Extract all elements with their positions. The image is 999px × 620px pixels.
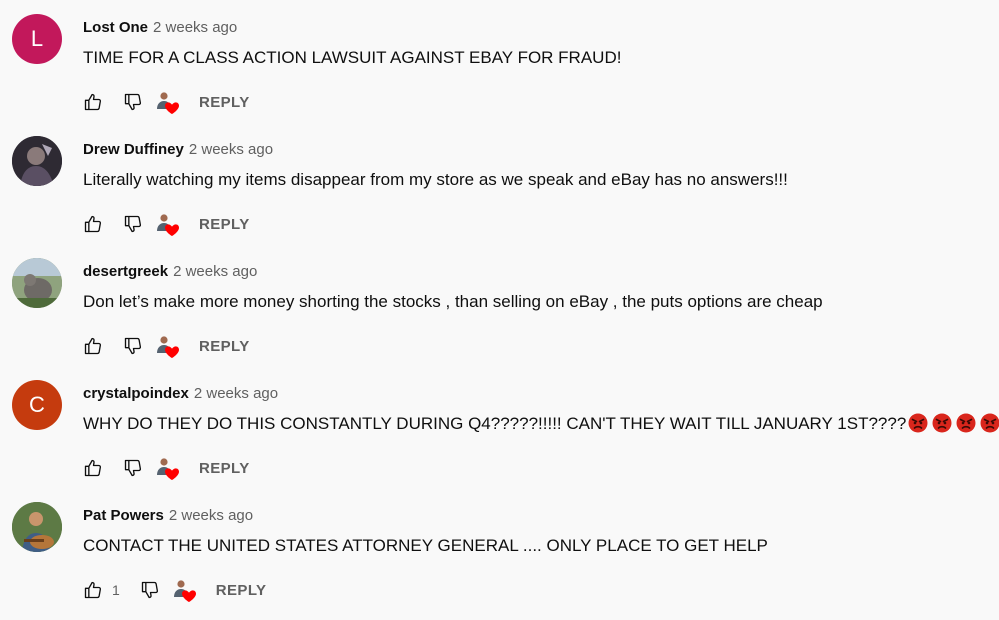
creator-heart-icon — [155, 89, 181, 115]
author-name[interactable]: crystalpoindex — [83, 385, 189, 402]
comment-time[interactable]: 2 weeks ago — [173, 263, 257, 280]
author-name[interactable]: Drew Duffiney — [83, 141, 184, 158]
comment: C crystalpoindex 2 weeks ago WHY DO THEY … — [0, 376, 999, 498]
author-name[interactable]: Pat Powers — [83, 507, 164, 524]
angry-face-icon — [980, 413, 999, 433]
avatar-letter: L — [30, 26, 44, 51]
comment-text: Literally watching my items disappear fr… — [83, 170, 788, 189]
angry-face-icon — [956, 413, 976, 433]
comment-header: crystalpoindex 2 weeks ago — [83, 384, 278, 404]
reply-button[interactable]: REPLY — [199, 460, 250, 477]
dislike-icon[interactable] — [140, 580, 160, 600]
author-name[interactable]: Lost One — [83, 19, 148, 36]
avatar[interactable]: L — [12, 14, 62, 64]
comment-text: WHY DO THEY DO THIS CONSTANTLY DURING Q4… — [83, 412, 999, 436]
angry-face-emojis — [908, 413, 999, 433]
creator-heart-icon — [155, 333, 181, 359]
avatar[interactable] — [12, 258, 62, 308]
comment-time[interactable]: 2 weeks ago — [169, 507, 253, 524]
avatar[interactable]: C — [12, 380, 62, 430]
dislike-icon[interactable] — [123, 92, 143, 112]
dislike-icon[interactable] — [123, 458, 143, 478]
comment-actions: 1 REPLY — [83, 576, 266, 604]
angry-face-icon — [908, 413, 928, 433]
reply-button[interactable]: REPLY — [199, 338, 250, 355]
comment-actions: REPLY — [83, 88, 250, 116]
comment-actions: REPLY — [83, 454, 250, 482]
creator-heart-icon — [155, 455, 181, 481]
comment-time[interactable]: 2 weeks ago — [189, 141, 273, 158]
creator-heart-icon — [155, 211, 181, 237]
comment: L Lost One 2 weeks ago TIME FOR A CLASS A… — [0, 10, 999, 132]
comment-actions: REPLY — [83, 210, 250, 238]
comment-header: Lost One 2 weeks ago — [83, 18, 237, 38]
comment-text-content: WHY DO THEY DO THIS CONSTANTLY DURING Q4… — [83, 414, 907, 433]
like-count: 1 — [112, 582, 120, 598]
reply-button[interactable]: REPLY — [199, 216, 250, 233]
angry-face-icon — [932, 413, 952, 433]
comment: desertgreek 2 weeks ago Don let’s make mo… — [0, 254, 999, 376]
comment-text: TIME FOR A CLASS ACTION LAWSUIT AGAINST … — [83, 48, 622, 67]
reply-button[interactable]: REPLY — [216, 582, 267, 599]
comment-actions: REPLY — [83, 332, 250, 360]
reply-button[interactable]: REPLY — [199, 94, 250, 111]
creator-heart-icon — [172, 577, 198, 603]
comment-header: Drew Duffiney 2 weeks ago — [83, 140, 273, 160]
comment-time[interactable]: 2 weeks ago — [153, 19, 237, 36]
dislike-icon[interactable] — [123, 336, 143, 356]
avatar[interactable] — [12, 136, 62, 186]
comment-time[interactable]: 2 weeks ago — [194, 385, 278, 402]
comment: Drew Duffiney 2 weeks ago Literally watch… — [0, 132, 999, 254]
like-icon[interactable] — [83, 92, 103, 112]
comment: Pat Powers 2 weeks ago CONTACT THE UNITED… — [0, 498, 999, 620]
like-icon[interactable] — [83, 336, 103, 356]
avatar[interactable] — [12, 502, 62, 552]
comment-header: desertgreek 2 weeks ago — [83, 262, 257, 282]
dislike-icon[interactable] — [123, 214, 143, 234]
comment-text: CONTACT THE UNITED STATES ATTORNEY GENER… — [83, 536, 768, 555]
like-icon[interactable] — [83, 580, 103, 600]
comment-text: Don let’s make more money shorting the s… — [83, 292, 823, 311]
avatar-letter: C — [29, 392, 45, 417]
comment-header: Pat Powers 2 weeks ago — [83, 506, 253, 526]
like-icon[interactable] — [83, 214, 103, 234]
like-icon[interactable] — [83, 458, 103, 478]
author-name[interactable]: desertgreek — [83, 263, 168, 280]
